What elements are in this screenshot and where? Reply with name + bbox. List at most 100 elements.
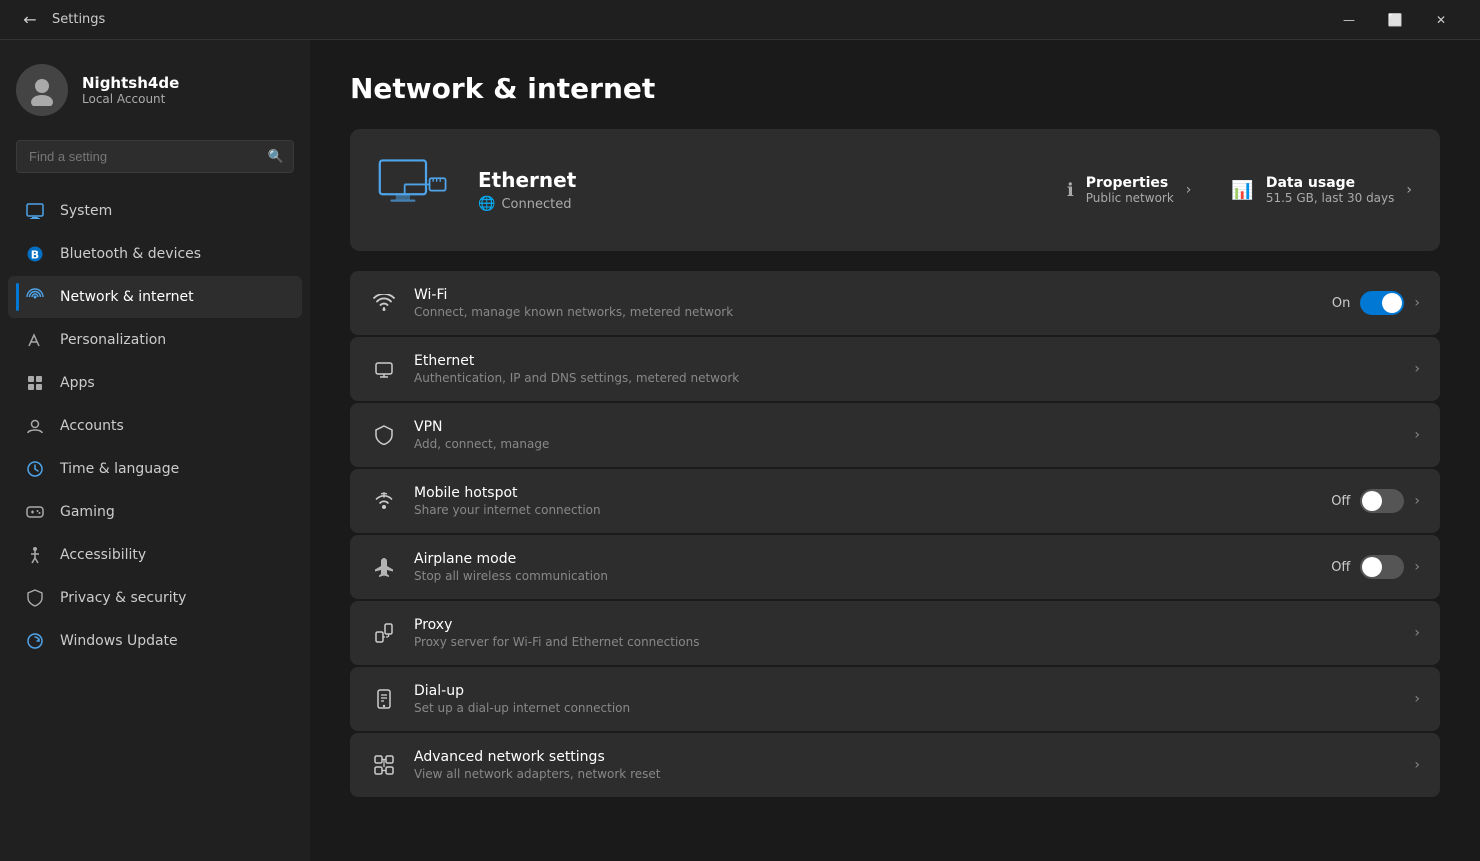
dialup-text: Dial-up Set up a dial-up internet connec…	[414, 683, 1398, 715]
sidebar-item-apps[interactable]: Apps	[8, 362, 302, 404]
hero-properties: ℹ Properties Public network › 📊 Data usa…	[1067, 175, 1412, 205]
airplane-toggle-label: Off	[1331, 560, 1350, 575]
proxy-desc: Proxy server for Wi-Fi and Ethernet conn…	[414, 635, 1398, 649]
data-usage-value: 51.5 GB, last 30 days	[1266, 191, 1395, 205]
proxy-chevron: ›	[1414, 625, 1420, 641]
data-usage-label: Data usage	[1266, 175, 1395, 191]
hotspot-controls: Off ›	[1331, 489, 1420, 513]
dialup-controls: ›	[1414, 691, 1420, 707]
sidebar-label-gaming: Gaming	[60, 504, 115, 520]
username: Nightsh4de	[82, 74, 179, 92]
search-box[interactable]: 🔍	[16, 140, 294, 173]
titlebar: ← Settings — ⬜ ✕	[0, 0, 1480, 40]
hotspot-icon	[370, 487, 398, 515]
svg-text:B: B	[31, 249, 39, 262]
settings-item-dialup[interactable]: Dial-up Set up a dial-up internet connec…	[350, 667, 1440, 731]
system-icon	[24, 200, 46, 222]
vpn-controls: ›	[1414, 427, 1420, 443]
dialup-icon	[370, 685, 398, 713]
sidebar-item-bluetooth[interactable]: B Bluetooth & devices	[8, 233, 302, 275]
maximize-button[interactable]: ⬜	[1372, 0, 1418, 40]
advanced-chevron: ›	[1414, 757, 1420, 773]
airplane-desc: Stop all wireless communication	[414, 569, 1315, 583]
window-title: Settings	[52, 12, 105, 27]
sidebar-label-network: Network & internet	[60, 289, 194, 305]
advanced-text: Advanced network settings View all netwo…	[414, 749, 1398, 781]
data-usage-text: Data usage 51.5 GB, last 30 days	[1266, 175, 1395, 205]
sidebar-label-personalization: Personalization	[60, 332, 166, 348]
sidebar-item-accessibility[interactable]: Accessibility	[8, 534, 302, 576]
search-icon: 🔍	[268, 149, 284, 164]
hotspot-desc: Share your internet connection	[414, 503, 1315, 517]
window-controls: — ⬜ ✕	[1326, 0, 1464, 40]
search-input[interactable]	[16, 140, 294, 173]
dialup-desc: Set up a dial-up internet connection	[414, 701, 1398, 715]
settings-list: Wi-Fi Connect, manage known networks, me…	[350, 271, 1440, 797]
update-icon	[24, 630, 46, 652]
sidebar-item-gaming[interactable]: Gaming	[8, 491, 302, 533]
user-section[interactable]: Nightsh4de Local Account	[0, 40, 310, 136]
minimize-button[interactable]: —	[1326, 0, 1372, 40]
properties-link[interactable]: ℹ Properties Public network ›	[1067, 175, 1192, 205]
ethernet-list-text: Ethernet Authentication, IP and DNS sett…	[414, 353, 1398, 385]
sidebar-item-network[interactable]: Network & internet	[8, 276, 302, 318]
wifi-icon	[370, 289, 398, 317]
sidebar-label-system: System	[60, 203, 112, 219]
airplane-chevron: ›	[1414, 559, 1420, 575]
vpn-desc: Add, connect, manage	[414, 437, 1398, 451]
sidebar-label-apps: Apps	[60, 375, 95, 391]
accessibility-icon	[24, 544, 46, 566]
ethernet-info: Ethernet 🌐 Connected	[478, 168, 1047, 212]
settings-item-airplane[interactable]: Airplane mode Stop all wireless communic…	[350, 535, 1440, 599]
page-title: Network & internet	[350, 72, 1440, 105]
vpn-chevron: ›	[1414, 427, 1420, 443]
settings-item-ethernet[interactable]: Ethernet Authentication, IP and DNS sett…	[350, 337, 1440, 401]
back-button[interactable]: ←	[16, 6, 44, 34]
settings-item-vpn[interactable]: VPN Add, connect, manage ›	[350, 403, 1440, 467]
ethernet-icon	[378, 153, 458, 227]
advanced-controls: ›	[1414, 757, 1420, 773]
sidebar-item-accounts[interactable]: Accounts	[8, 405, 302, 447]
hotspot-toggle[interactable]	[1360, 489, 1404, 513]
settings-item-proxy[interactable]: Proxy Proxy server for Wi-Fi and Etherne…	[350, 601, 1440, 665]
wifi-toggle[interactable]	[1360, 291, 1404, 315]
dialup-title: Dial-up	[414, 683, 1398, 699]
sidebar-nav: System B Bluetooth & devices	[0, 189, 310, 663]
properties-chevron: ›	[1186, 182, 1192, 198]
vpn-text: VPN Add, connect, manage	[414, 419, 1398, 451]
wifi-chevron: ›	[1414, 295, 1420, 311]
settings-item-advanced[interactable]: Advanced network settings View all netwo…	[350, 733, 1440, 797]
sidebar-item-privacy[interactable]: Privacy & security	[8, 577, 302, 619]
close-button[interactable]: ✕	[1418, 0, 1464, 40]
sidebar-label-accessibility: Accessibility	[60, 547, 146, 563]
wifi-desc: Connect, manage known networks, metered …	[414, 305, 1316, 319]
airplane-icon	[370, 553, 398, 581]
connected-globe-icon: 🌐	[478, 196, 495, 212]
apps-icon	[24, 372, 46, 394]
ethernet-list-controls: ›	[1414, 361, 1420, 377]
sidebar-item-time[interactable]: Time & language	[8, 448, 302, 490]
wifi-toggle-label: On	[1332, 296, 1350, 311]
avatar	[16, 64, 68, 116]
sidebar-item-update[interactable]: Windows Update	[8, 620, 302, 662]
hotspot-toggle-label: Off	[1331, 494, 1350, 509]
sidebar: Nightsh4de Local Account 🔍 System	[0, 40, 310, 861]
sidebar-item-personalization[interactable]: Personalization	[8, 319, 302, 361]
properties-text: Properties Public network	[1086, 175, 1174, 205]
gaming-icon	[24, 501, 46, 523]
settings-item-wifi[interactable]: Wi-Fi Connect, manage known networks, me…	[350, 271, 1440, 335]
airplane-toggle[interactable]	[1360, 555, 1404, 579]
time-icon	[24, 458, 46, 480]
proxy-title: Proxy	[414, 617, 1398, 633]
main-content: Network & internet	[310, 40, 1480, 861]
data-usage-link[interactable]: 📊 Data usage 51.5 GB, last 30 days ›	[1231, 175, 1412, 205]
ethernet-status: 🌐 Connected	[478, 196, 1047, 212]
proxy-icon	[370, 619, 398, 647]
proxy-text: Proxy Proxy server for Wi-Fi and Etherne…	[414, 617, 1398, 649]
settings-item-hotspot[interactable]: Mobile hotspot Share your internet conne…	[350, 469, 1440, 533]
airplane-text: Airplane mode Stop all wireless communic…	[414, 551, 1315, 583]
sidebar-item-system[interactable]: System	[8, 190, 302, 232]
sidebar-label-time: Time & language	[60, 461, 179, 477]
wifi-controls: On ›	[1332, 291, 1420, 315]
ethernet-name: Ethernet	[478, 168, 1047, 192]
